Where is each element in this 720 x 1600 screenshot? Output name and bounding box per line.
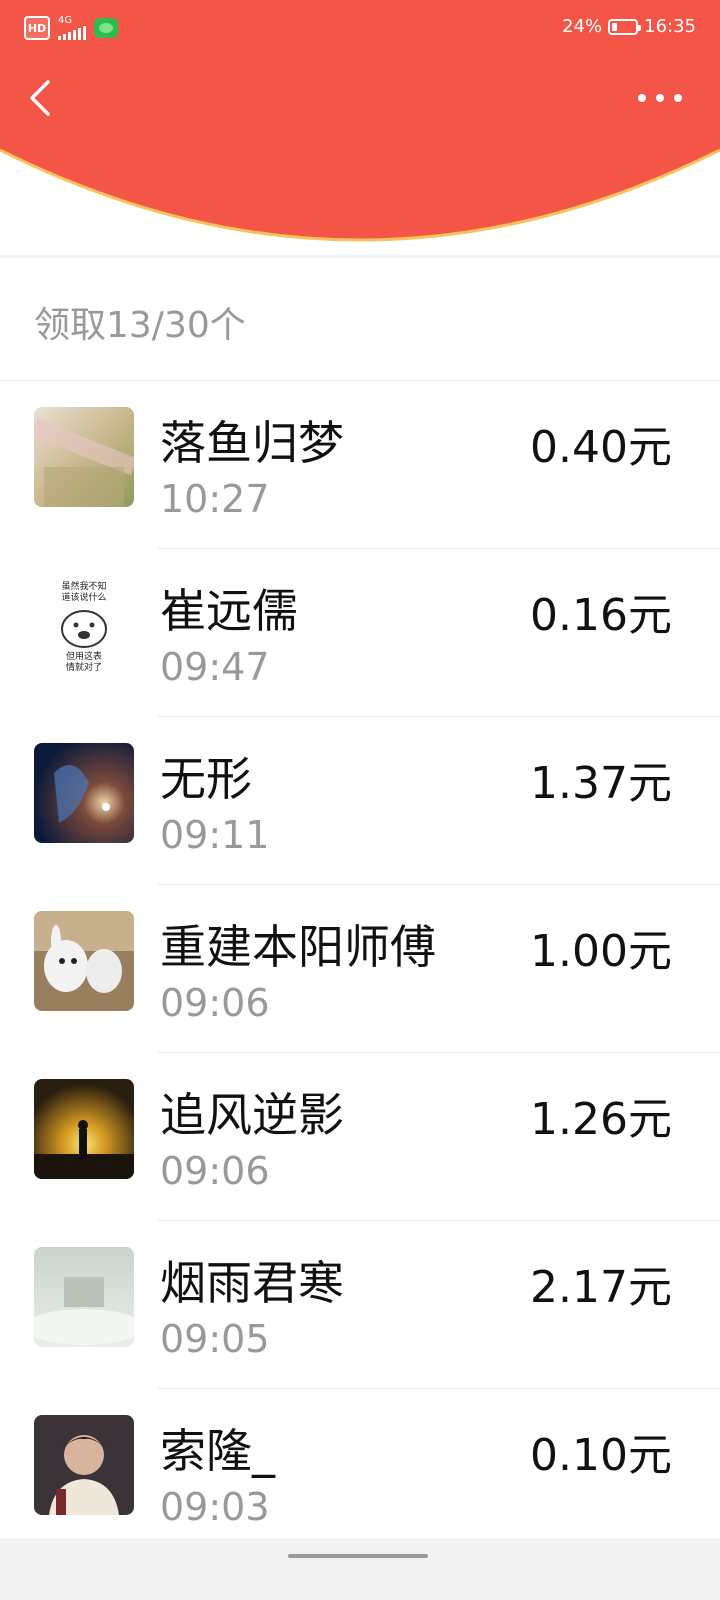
receive-time: 09:06 — [160, 981, 270, 1025]
receive-time: 09:05 — [160, 1317, 270, 1361]
list-item[interactable]: 重建本阳师傅 09:06 1.00元 — [0, 885, 720, 1053]
received-amount: 0.40元 — [530, 422, 672, 473]
section-divider — [0, 255, 720, 258]
list-item[interactable]: 虽然我不知道该说什么 但用这表情就对了 崔远儒 09:47 0.16元 — [0, 549, 720, 717]
receive-time: 09:11 — [160, 813, 270, 857]
receiver-name: 落鱼归梦 — [160, 416, 344, 470]
avatar[interactable] — [34, 407, 134, 507]
received-amount: 1.00元 — [530, 926, 672, 977]
more-dot — [638, 94, 646, 102]
receiver-name: 无形 — [160, 752, 252, 806]
navigation-bar — [0, 1538, 720, 1600]
avatar[interactable]: 虽然我不知道该说什么 但用这表情就对了 — [34, 575, 134, 675]
received-amount: 0.16元 — [530, 590, 672, 641]
more-button[interactable] — [638, 86, 682, 110]
network-type: 4G — [58, 15, 73, 26]
battery-percent: 24% — [562, 16, 603, 37]
receive-time: 09:03 — [160, 1485, 270, 1529]
avatar-caption-top: 虽然我不知道该说什么 — [61, 580, 106, 603]
back-button[interactable] — [22, 76, 66, 120]
more-dot — [656, 94, 664, 102]
receiver-name: 崔远儒 — [160, 584, 298, 638]
status-bar: HD 4G 24% ⚡ 16:35 — [0, 0, 720, 56]
received-count: 领取13/30个 — [34, 305, 246, 346]
list-item[interactable]: 追风逆影 09:06 1.26元 — [0, 1053, 720, 1221]
receiver-name: 追风逆影 — [160, 1088, 344, 1142]
received-amount: 2.17元 — [530, 1262, 672, 1313]
chevron-left-icon — [30, 80, 50, 116]
home-indicator[interactable] — [288, 1554, 428, 1558]
receiver-name: 索隆_ — [160, 1424, 275, 1478]
red-packet-header: HD 4G 24% ⚡ 16:35 — [0, 0, 720, 270]
received-amount: 1.26元 — [530, 1094, 672, 1145]
clock: 16:35 — [644, 16, 696, 37]
receive-time: 09:47 — [160, 645, 270, 689]
more-dot — [674, 94, 682, 102]
received-amount: 0.10元 — [530, 1430, 672, 1481]
list-item[interactable]: 索隆_ 09:03 0.10元 — [0, 1389, 720, 1557]
received-amount: 1.37元 — [530, 758, 672, 809]
receiver-name: 重建本阳师傅 — [160, 920, 436, 974]
avatar[interactable] — [34, 911, 134, 1011]
hd-badge: HD — [24, 16, 50, 40]
receive-time: 09:06 — [160, 1149, 270, 1193]
signal-icon: 4G — [58, 16, 86, 40]
receiver-list: 落鱼归梦 10:27 0.40元 虽然我不知道该说什么 但用这表情就对了 崔远儒… — [0, 380, 720, 1557]
avatar[interactable] — [34, 743, 134, 843]
avatar-caption-bottom: 但用这表情就对了 — [66, 650, 102, 673]
avatar[interactable] — [34, 1079, 134, 1179]
list-item[interactable]: 落鱼归梦 10:27 0.40元 — [0, 381, 720, 549]
battery-icon: ⚡ — [608, 18, 642, 35]
receive-time: 10:27 — [160, 477, 270, 521]
receiver-name: 烟雨君寒 — [160, 1256, 344, 1310]
list-item[interactable]: 烟雨君寒 09:05 2.17元 — [0, 1221, 720, 1389]
avatar[interactable] — [34, 1247, 134, 1347]
list-item[interactable]: 无形 09:11 1.37元 — [0, 717, 720, 885]
avatar[interactable] — [34, 1415, 134, 1515]
wechat-notification-icon — [94, 18, 118, 38]
